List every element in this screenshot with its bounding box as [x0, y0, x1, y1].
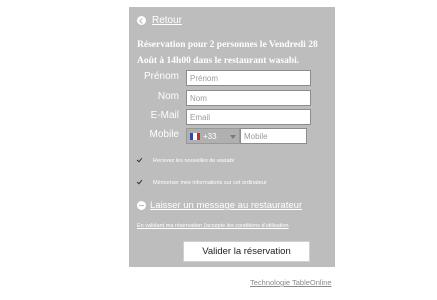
leave-message-link[interactable]: Laisser un message au restaurateur: [137, 200, 302, 211]
remember-option: Mémoriser mes informations sur cet ordin…: [137, 179, 267, 186]
first-name-row: Prénom: [129, 70, 335, 86]
country-code-value: +33: [203, 131, 217, 141]
last-name-row: Nom: [129, 90, 335, 106]
mobile-label: Mobile: [149, 129, 179, 140]
country-code-select[interactable]: +33: [186, 128, 240, 144]
validate-reservation-button[interactable]: Valider la réservation: [183, 241, 310, 262]
remember-checkbox[interactable]: [137, 179, 144, 186]
mobile-input[interactable]: [240, 128, 307, 144]
reservation-summary: Réservation pour 2 personnes le Vendredi…: [137, 40, 318, 66]
last-name-input[interactable]: [186, 90, 311, 106]
email-input[interactable]: [186, 109, 311, 125]
tableonline-link[interactable]: Technologie TableOnline: [250, 278, 332, 287]
terms-link[interactable]: En validant ma réservation j'accepte les…: [137, 223, 289, 229]
newsletter-checkbox[interactable]: [137, 157, 144, 164]
chevron-left-circle-icon: [137, 16, 146, 25]
flag-france-icon: [190, 132, 200, 140]
newsletter-label: Recevez les nouvelles de wasabi: [153, 157, 235, 164]
leave-message-label: Laisser un message au restaurateur: [150, 200, 303, 211]
mobile-row: Mobile +33: [129, 128, 335, 144]
back-link[interactable]: Retour: [137, 15, 182, 26]
reservation-panel: Retour Réservation pour 2 personnes le V…: [129, 7, 335, 267]
back-label: Retour: [152, 15, 183, 26]
email-label: E-Mail: [150, 110, 179, 121]
newsletter-option: Recevez les nouvelles de wasabi: [137, 157, 234, 164]
first-name-label: Prénom: [143, 71, 179, 82]
chevron-down-icon: [230, 135, 236, 139]
remember-label: Mémoriser mes informations sur cet ordin…: [153, 179, 267, 186]
email-row: E-Mail: [129, 109, 335, 125]
last-name-label: Nom: [157, 91, 179, 102]
first-name-input[interactable]: [186, 70, 311, 86]
minus-circle-icon: [137, 201, 146, 210]
